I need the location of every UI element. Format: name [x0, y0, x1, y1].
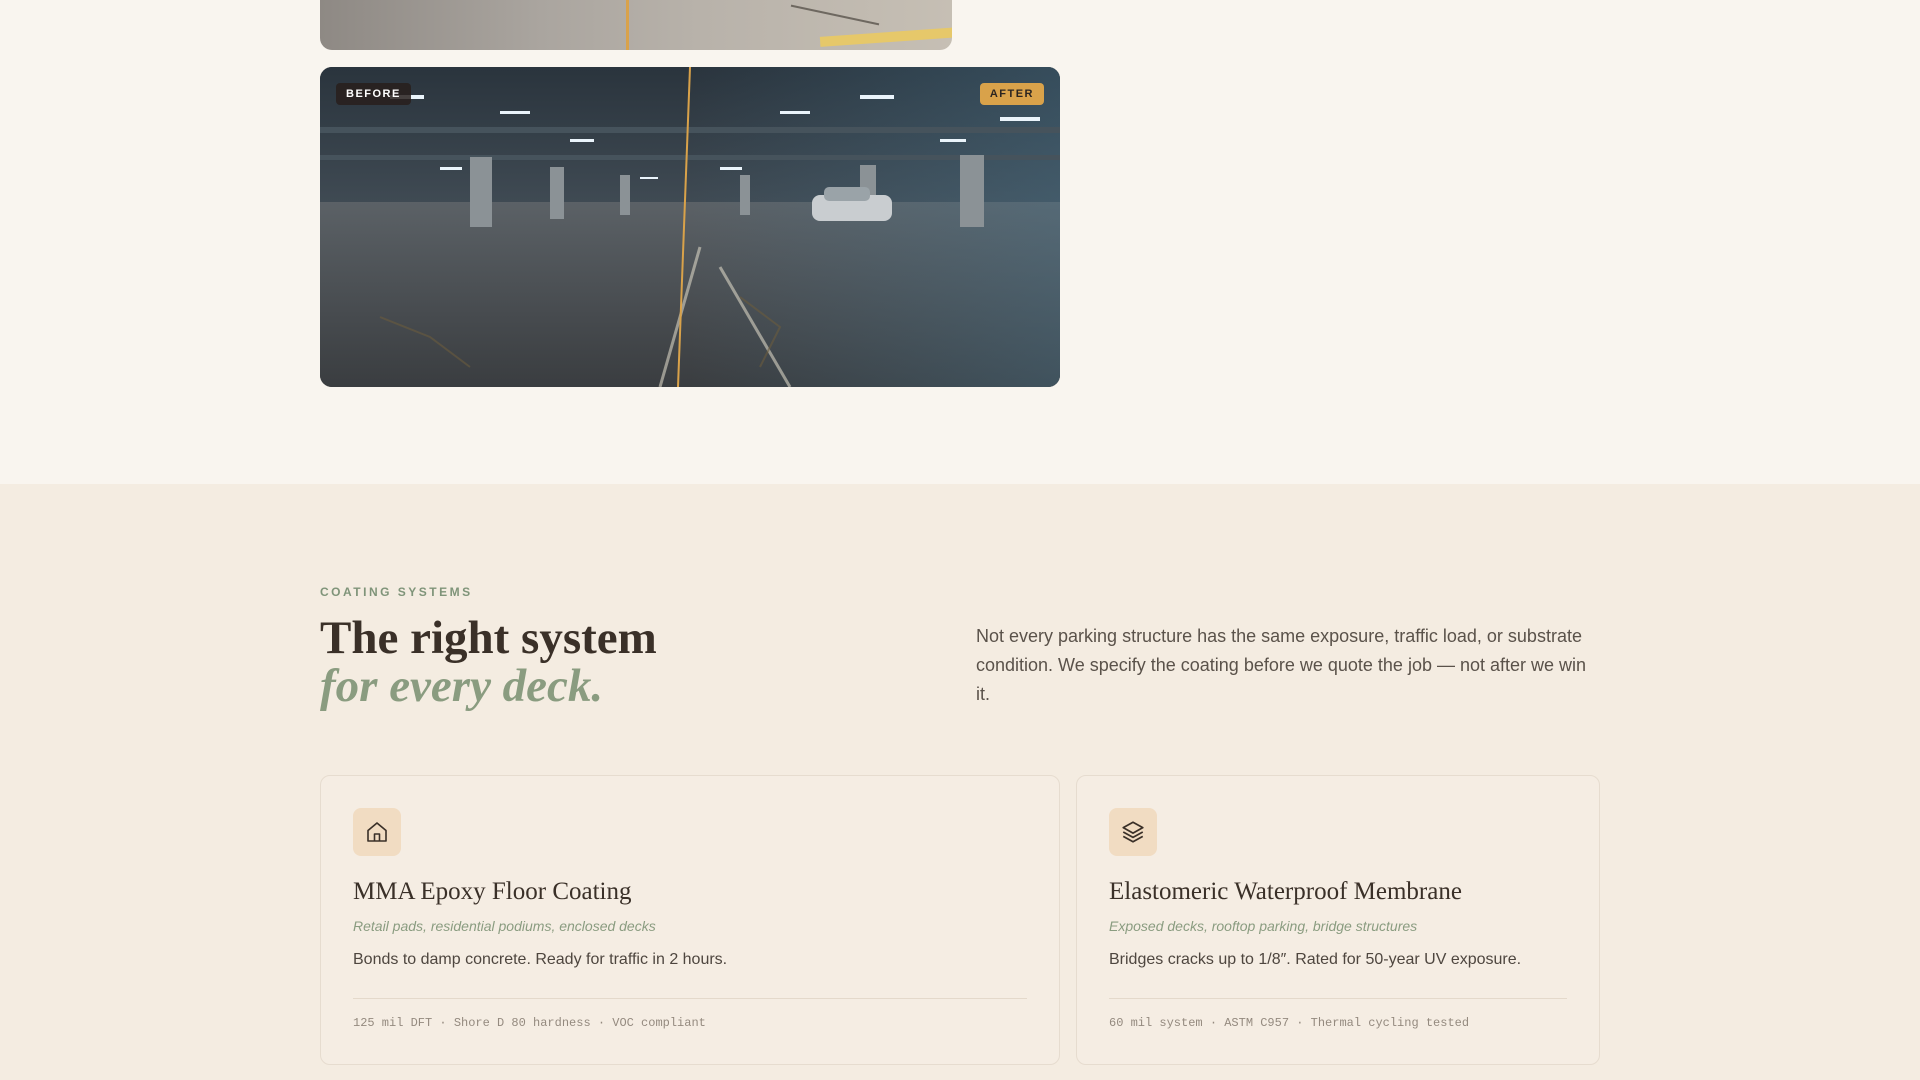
card-divider: [353, 998, 1027, 999]
coating-card-mma-epoxy[interactable]: MMA Epoxy Floor Coating Retail pads, res…: [320, 775, 1060, 1065]
card-subtitle: Exposed decks, rooftop parking, bridge s…: [1109, 918, 1418, 934]
comparison-divider: [626, 0, 629, 50]
section-lede: Not every parking structure has the same…: [976, 626, 1587, 704]
card-title: Elastomeric Waterproof Membrane: [1109, 878, 1462, 905]
card-specs: 125 mil DFT · Shore D 80 hardness · VOC …: [353, 1016, 706, 1030]
coating-card-elastomeric-membrane[interactable]: Elastomeric Waterproof Membrane Exposed …: [1076, 775, 1600, 1065]
section-eyebrow: COATING SYSTEMS: [320, 585, 473, 599]
pavement-stripe: [819, 27, 952, 47]
after-badge: AFTER: [979, 83, 1044, 105]
card-description: Bridges cracks up to 1/8″. Rated for 50-…: [1109, 951, 1522, 968]
parking-garage-image: [320, 67, 1060, 387]
home-icon: [353, 808, 401, 856]
before-after-comparison[interactable]: BEFORE AFTER: [320, 67, 1060, 387]
headline-line-1: The right system: [320, 612, 657, 664]
pavement-crack: [790, 4, 880, 26]
section-headline: The right system for every deck.: [320, 614, 657, 710]
card-subtitle: Retail pads, residential podiums, enclos…: [353, 918, 656, 934]
project-gallery: BEFORE AFTER: [0, 0, 1920, 484]
layers-icon: [1109, 808, 1157, 856]
card-divider: [1109, 998, 1567, 999]
coating-systems-section: COATING SYSTEMS The right system for eve…: [0, 484, 1920, 1080]
card-title: MMA Epoxy Floor Coating: [353, 878, 632, 905]
before-badge: BEFORE: [336, 83, 411, 105]
card-specs: 60 mil system · ASTM C957 · Thermal cycl…: [1109, 1016, 1470, 1030]
headline-line-2: for every deck.: [320, 660, 604, 712]
previous-comparison-image: [320, 0, 952, 50]
card-description: Bonds to damp concrete. Ready for traffi…: [353, 951, 728, 968]
